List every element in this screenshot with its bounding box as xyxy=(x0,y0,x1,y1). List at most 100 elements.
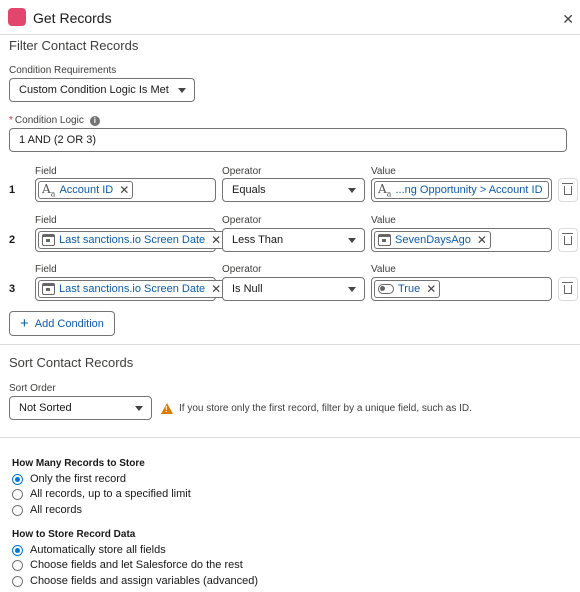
value-column-label: Value xyxy=(371,264,396,275)
radio-choose-fields-salesforce[interactable]: Choose fields and let Salesforce do the … xyxy=(12,559,243,571)
chevron-down-icon xyxy=(135,406,143,411)
operator-value: Is Null xyxy=(232,283,263,295)
text-type-icon: Aa xyxy=(42,181,56,199)
radio-all-records[interactable]: All records xyxy=(12,504,82,516)
field-column-label: Field xyxy=(35,166,57,177)
sort-order-label: Sort Order xyxy=(9,383,56,394)
how-many-records-label: How Many Records to Store xyxy=(12,458,145,469)
field-column-label: Field xyxy=(35,264,57,275)
add-condition-button[interactable]: + Add Condition xyxy=(9,311,115,336)
delete-condition-2-button[interactable] xyxy=(558,228,578,252)
remove-pill-icon[interactable]: ✕ xyxy=(211,282,221,296)
how-to-store-label: How to Store Record Data xyxy=(12,529,136,540)
radio-label: Choose fields and assign variables (adva… xyxy=(30,575,259,587)
close-icon[interactable]: ✕ xyxy=(562,11,574,28)
field-pill-label: Account ID xyxy=(59,184,114,196)
radio-auto-store-fields[interactable]: Automatically store all fields xyxy=(12,544,166,556)
radio-choose-fields-variables[interactable]: Choose fields and assign variables (adva… xyxy=(12,575,258,587)
field-pill-label: Last sanctions.io Screen Date xyxy=(59,283,206,295)
value-pill-label: ...ng Opportunity > Account ID xyxy=(395,184,543,196)
value-pill-label: SevenDaysAgo xyxy=(395,234,471,246)
value-pill-label: True xyxy=(398,283,421,295)
radio-button[interactable] xyxy=(12,575,23,587)
chevron-down-icon xyxy=(348,238,356,243)
sort-order-value: Not Sorted xyxy=(19,402,72,414)
value-pill[interactable]: SevenDaysAgo ✕ xyxy=(374,231,491,249)
add-condition-label: Add Condition xyxy=(34,317,104,330)
radio-button[interactable] xyxy=(12,473,23,485)
field-pill[interactable]: Last sanctions.io Screen Date ✕ xyxy=(38,280,226,298)
condition-logic-value: 1 AND (2 OR 3) xyxy=(19,134,97,146)
condition-logic-input[interactable]: 1 AND (2 OR 3) xyxy=(9,128,567,152)
trash-icon xyxy=(562,182,573,195)
radio-button[interactable] xyxy=(12,488,23,500)
value-pill[interactable]: Aa ...ng Opportunity > Account ID ✕ xyxy=(374,181,549,199)
trash-icon xyxy=(562,232,573,245)
condition-row-number: 2 xyxy=(9,234,16,246)
radio-button[interactable] xyxy=(12,559,23,571)
condition-row-number: 3 xyxy=(9,283,16,295)
field-column-label: Field xyxy=(35,215,57,226)
value-column-label: Value xyxy=(371,166,396,177)
condition-row-number: 1 xyxy=(9,184,16,196)
condition-requirements-label: Condition Requirements xyxy=(9,65,117,76)
condition-logic-label: Condition Logic xyxy=(14,115,84,126)
chevron-down-icon xyxy=(348,188,356,193)
radio-label: All records, up to a specified limit xyxy=(30,488,191,500)
calendar-icon xyxy=(378,234,391,246)
remove-pill-icon[interactable]: ✕ xyxy=(426,282,436,296)
text-type-icon: Aa xyxy=(378,181,392,199)
toggle-icon xyxy=(378,284,394,294)
sort-order-select[interactable]: Not Sorted xyxy=(9,396,152,420)
condition-2-value[interactable]: SevenDaysAgo ✕ xyxy=(371,228,552,252)
radio-label: All records xyxy=(30,504,82,516)
warning-icon xyxy=(161,403,173,414)
chevron-down-icon xyxy=(178,88,186,93)
plus-icon: + xyxy=(20,315,29,332)
condition-3-field[interactable]: Last sanctions.io Screen Date ✕ xyxy=(35,277,226,301)
filter-section-title: Filter Contact Records xyxy=(9,38,139,53)
condition-logic-label-group: * Condition Logic i xyxy=(9,115,100,126)
delete-condition-1-button[interactable] xyxy=(558,178,578,202)
field-pill-label: Last sanctions.io Screen Date xyxy=(59,234,206,246)
radio-all-records-limit[interactable]: All records, up to a specified limit xyxy=(12,488,191,500)
condition-2-field[interactable]: Last sanctions.io Screen Date ✕ xyxy=(35,228,226,252)
section-divider xyxy=(0,344,580,345)
radio-label: Only the first record xyxy=(30,473,126,485)
delete-condition-3-button[interactable] xyxy=(558,277,578,301)
operator-value: Less Than xyxy=(232,234,284,246)
radio-label: Choose fields and let Salesforce do the … xyxy=(30,559,243,571)
condition-1-operator[interactable]: Equals xyxy=(222,178,365,202)
condition-3-operator[interactable]: Is Null xyxy=(222,277,365,301)
trash-icon xyxy=(562,281,573,294)
operator-column-label: Operator xyxy=(222,166,262,177)
get-records-icon xyxy=(8,8,26,26)
condition-3-value[interactable]: True ✕ xyxy=(371,277,552,301)
value-pill[interactable]: True ✕ xyxy=(374,280,441,298)
section-divider xyxy=(0,437,580,438)
operator-column-label: Operator xyxy=(222,264,262,275)
field-pill[interactable]: Last sanctions.io Screen Date ✕ xyxy=(38,231,226,249)
calendar-icon xyxy=(42,234,55,246)
info-icon[interactable]: i xyxy=(89,115,100,126)
value-column-label: Value xyxy=(371,215,396,226)
remove-pill-icon[interactable]: ✕ xyxy=(211,233,221,247)
panel-title: Get Records xyxy=(33,10,112,26)
radio-only-first-record[interactable]: Only the first record xyxy=(12,473,126,485)
chevron-down-icon xyxy=(348,287,356,292)
sort-section-title: Sort Contact Records xyxy=(9,355,134,370)
required-mark: * xyxy=(9,115,13,126)
radio-button[interactable] xyxy=(12,544,23,556)
condition-2-operator[interactable]: Less Than xyxy=(222,228,365,252)
remove-pill-icon[interactable]: ✕ xyxy=(119,183,129,197)
header-divider xyxy=(0,34,580,35)
field-pill[interactable]: Aa Account ID ✕ xyxy=(38,181,134,199)
radio-button[interactable] xyxy=(12,504,23,516)
condition-1-field[interactable]: Aa Account ID ✕ xyxy=(35,178,216,202)
operator-column-label: Operator xyxy=(222,215,262,226)
condition-requirements-select[interactable]: Custom Condition Logic Is Met xyxy=(9,78,195,102)
sort-warning-text: If you store only the first record, filt… xyxy=(179,403,472,414)
calendar-icon xyxy=(42,283,55,295)
remove-pill-icon[interactable]: ✕ xyxy=(477,233,487,247)
condition-1-value[interactable]: Aa ...ng Opportunity > Account ID ✕ xyxy=(371,178,552,202)
